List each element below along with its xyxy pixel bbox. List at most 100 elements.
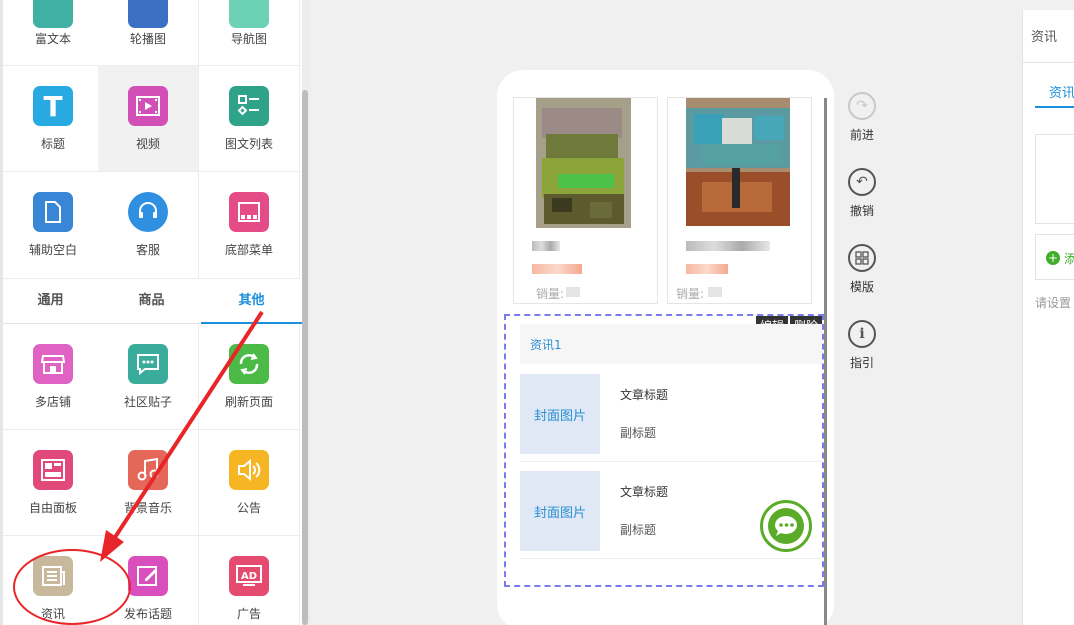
svg-text:AD: AD bbox=[241, 571, 257, 582]
component-label: 标题 bbox=[40, 137, 65, 151]
component-bg-music[interactable]: 背景音乐 bbox=[98, 430, 199, 536]
add-label: 添 bbox=[1064, 250, 1074, 267]
tab-goods[interactable]: 商品 bbox=[101, 279, 202, 324]
article-item[interactable]: 封面图片 文章标题 副标题 bbox=[520, 366, 822, 462]
component-label: 多店铺 bbox=[34, 395, 71, 409]
component-free-panel[interactable]: 自由面板 bbox=[3, 430, 104, 536]
guide-button[interactable]: i 指引 bbox=[844, 320, 880, 371]
component-label: 背景音乐 bbox=[123, 501, 172, 515]
component-label: 社区贴子 bbox=[123, 395, 172, 409]
article-title: 文章标题 bbox=[620, 485, 669, 499]
component-nav-image[interactable]: 导航图 bbox=[199, 0, 300, 66]
product-price-blurred bbox=[686, 264, 728, 274]
settings-tab[interactable]: 资讯 bbox=[1049, 82, 1074, 101]
sales-value-blurred bbox=[566, 287, 580, 297]
component-label: 公告 bbox=[236, 501, 261, 515]
product-price-blurred bbox=[532, 264, 582, 274]
component-richtext[interactable]: 富文本 bbox=[3, 0, 104, 66]
news-icon bbox=[33, 556, 73, 596]
richtext-icon bbox=[33, 0, 73, 28]
product-image bbox=[528, 98, 638, 230]
component-label: 辅助空白 bbox=[28, 243, 77, 257]
component-label: 视频 bbox=[135, 137, 160, 151]
cover-placeholder: 封面图片 bbox=[520, 471, 600, 551]
speaker-icon bbox=[229, 450, 269, 490]
component-video[interactable]: 视频 bbox=[98, 66, 199, 172]
settings-title: 资讯 bbox=[1031, 30, 1058, 45]
cover-placeholder: 封面图片 bbox=[520, 374, 600, 454]
component-carousel[interactable]: 轮播图 bbox=[98, 0, 199, 66]
chat-bubble-icon[interactable] bbox=[760, 500, 812, 552]
component-news[interactable]: 资讯 bbox=[3, 536, 104, 625]
component-bottom-menu[interactable]: 底部菜单 bbox=[199, 172, 300, 279]
component-ad[interactable]: AD 广告 bbox=[199, 536, 300, 625]
component-notice[interactable]: 公告 bbox=[199, 430, 300, 536]
divider bbox=[1023, 62, 1074, 63]
add-item-button[interactable]: + 添 bbox=[1035, 234, 1074, 280]
settings-box[interactable] bbox=[1035, 134, 1074, 224]
bottom-menu-icon bbox=[229, 192, 269, 232]
undo-button[interactable]: ↶ 撤销 bbox=[844, 168, 880, 219]
component-blank[interactable]: 辅助空白 bbox=[3, 172, 104, 279]
ad-icon: AD bbox=[229, 556, 269, 596]
component-title[interactable]: T 标题 bbox=[3, 66, 104, 172]
grid-icon bbox=[848, 244, 876, 272]
news-header: 资讯1 bbox=[520, 324, 822, 364]
product-card[interactable]: 销量: bbox=[513, 97, 658, 304]
product-card[interactable]: 销量: bbox=[667, 97, 812, 304]
community-post-icon bbox=[128, 344, 168, 384]
component-image-text-list[interactable]: 图文列表 bbox=[199, 66, 300, 172]
undo-label: 撤销 bbox=[849, 204, 874, 218]
component-publish-topic[interactable]: 发布话题 bbox=[98, 536, 199, 625]
component-label: 刷新页面 bbox=[224, 395, 273, 409]
article-subtitle: 副标题 bbox=[620, 523, 657, 537]
redo-icon: ↷ bbox=[848, 92, 876, 120]
product-name-blurred bbox=[532, 241, 560, 251]
component-community-post[interactable]: 社区贴子 bbox=[98, 324, 199, 430]
tab-underline bbox=[1035, 106, 1074, 108]
product-image bbox=[682, 98, 792, 230]
tab-other[interactable]: 其他 bbox=[201, 279, 302, 324]
component-customer-service[interactable]: 客服 bbox=[98, 172, 199, 279]
component-label: 资讯 bbox=[40, 607, 65, 621]
settings-hint: 请设置 bbox=[1035, 296, 1072, 310]
tab-general[interactable]: 通用 bbox=[0, 279, 101, 324]
component-label: 导航图 bbox=[230, 32, 267, 46]
forward-label: 前进 bbox=[849, 128, 874, 142]
headset-icon bbox=[128, 192, 168, 232]
component-label: 自由面板 bbox=[28, 501, 77, 515]
component-refresh[interactable]: 刷新页面 bbox=[199, 324, 300, 430]
product-name-blurred bbox=[686, 241, 770, 251]
multi-store-icon bbox=[33, 344, 73, 384]
nav-image-icon bbox=[229, 0, 269, 28]
video-icon bbox=[128, 86, 168, 126]
plus-icon: + bbox=[1046, 251, 1060, 265]
image-text-list-icon bbox=[229, 86, 269, 126]
article-title: 文章标题 bbox=[620, 388, 669, 402]
component-multi-store[interactable]: 多店铺 bbox=[3, 324, 104, 430]
component-label: 底部菜单 bbox=[224, 243, 273, 257]
component-label: 发布话题 bbox=[123, 607, 172, 621]
sales-label: 销量: bbox=[536, 287, 565, 301]
news-title: 资讯1 bbox=[530, 338, 562, 352]
panel-scrollbar-thumb[interactable] bbox=[302, 90, 308, 625]
music-note-icon bbox=[128, 450, 168, 490]
template-label: 模版 bbox=[849, 280, 874, 294]
article-subtitle: 副标题 bbox=[620, 426, 657, 440]
component-panel: 富文本 轮播图 导航图 T 标题 视频 图文列表 辅助空白 客服 底部菜单 通用… bbox=[0, 0, 304, 625]
publish-topic-icon bbox=[128, 556, 168, 596]
component-label: 广告 bbox=[236, 607, 261, 621]
free-panel-icon bbox=[33, 450, 73, 490]
refresh-icon bbox=[229, 344, 269, 384]
title-T-icon: T bbox=[33, 86, 73, 126]
component-label: 图文列表 bbox=[224, 137, 273, 151]
forward-button[interactable]: ↷ 前进 bbox=[844, 92, 880, 143]
component-label: 轮播图 bbox=[129, 32, 166, 46]
settings-panel: 资讯 资讯 + 添 请设置 bbox=[1022, 10, 1074, 625]
category-tabs: 通用 商品 其他 bbox=[0, 279, 302, 324]
info-icon: i bbox=[848, 320, 876, 348]
carousel-icon bbox=[128, 0, 168, 28]
template-button[interactable]: 模版 bbox=[844, 244, 880, 295]
left-edge bbox=[0, 0, 3, 625]
phone-scrollbar[interactable] bbox=[824, 98, 827, 625]
